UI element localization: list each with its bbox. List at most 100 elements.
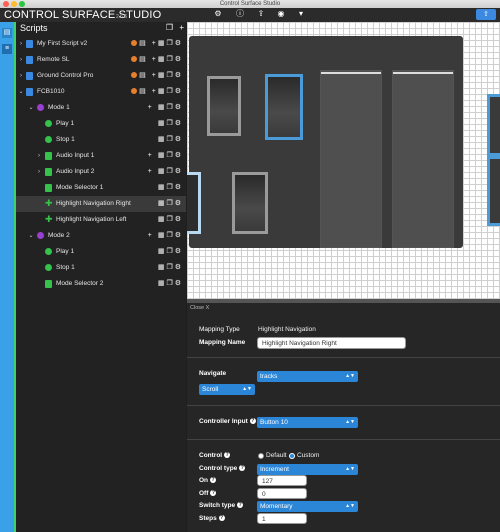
account-icon[interactable]: ◉: [276, 9, 286, 19]
add-icon[interactable]: +: [148, 104, 154, 111]
gear-icon[interactable]: ⚙: [175, 88, 183, 95]
copy-icon[interactable]: ❐: [166, 88, 174, 95]
gear-icon[interactable]: ⚙: [175, 264, 183, 271]
help-icon[interactable]: ?: [218, 515, 225, 522]
mapping-row[interactable]: Mode Selector 2 ▦❐⚙: [16, 276, 186, 292]
help-icon[interactable]: ?: [210, 490, 217, 497]
switch-type-select[interactable]: Momentary ▲▼: [257, 501, 358, 512]
chevron-down-icon[interactable]: ⌄: [28, 228, 34, 244]
gear-icon[interactable]: ⚙: [175, 248, 183, 255]
add-icon[interactable]: +: [148, 152, 154, 159]
copy-icon[interactable]: ❐: [166, 120, 174, 127]
gear-icon[interactable]: ⚙: [175, 152, 183, 159]
gear-icon[interactable]: ⚙: [175, 104, 183, 111]
copy-icon[interactable]: ❐: [166, 168, 174, 175]
gear-icon[interactable]: ⚙: [175, 168, 183, 175]
chevron-right-icon[interactable]: ›: [18, 36, 24, 52]
gear-icon[interactable]: ⚙: [175, 280, 183, 287]
copy-icon[interactable]: ❐: [166, 56, 174, 63]
copy-icon[interactable]: ❐: [166, 216, 174, 223]
gear-icon[interactable]: ⚙: [175, 72, 183, 79]
gear-icon[interactable]: ⚙: [175, 200, 183, 207]
copy-icon[interactable]: ❐: [166, 152, 174, 159]
control-custom-radio[interactable]: [289, 453, 295, 459]
copy-icon[interactable]: ❐: [166, 40, 174, 47]
mapping-row[interactable]: Play 1 ▦❐⚙: [16, 116, 186, 132]
gear-icon[interactable]: ⚙: [175, 184, 183, 191]
copy-icon[interactable]: ❐: [166, 184, 174, 191]
script-row[interactable]: › Remote SL ▤ +▦❐⚙: [16, 52, 186, 68]
navigate-select[interactable]: tracks ▲▼: [257, 371, 358, 382]
help-icon[interactable]: ?: [239, 465, 246, 472]
copy-icon[interactable]: ❐: [166, 232, 174, 239]
copy-icon[interactable]: ❐: [166, 72, 174, 79]
copy-icon[interactable]: ❐: [166, 104, 174, 111]
copy-icon[interactable]: ❐: [166, 280, 174, 287]
gear-icon[interactable]: ⚙: [213, 9, 223, 19]
script-row[interactable]: › Ground Control Pro ▤ +▦❐⚙: [16, 68, 186, 84]
copy-icon[interactable]: ❐: [166, 248, 174, 255]
navigate-mode-select[interactable]: Scroll ▲▼: [199, 384, 255, 395]
add-icon[interactable]: +: [148, 168, 154, 175]
gear-icon[interactable]: ⚙: [175, 232, 183, 239]
copy-icon[interactable]: ❐: [166, 200, 174, 207]
edit-icon[interactable]: ▤: [139, 88, 148, 95]
gear-icon[interactable]: ⚙: [175, 56, 183, 63]
gear-icon[interactable]: ⚙: [175, 40, 183, 47]
chevron-right-icon[interactable]: ›: [18, 68, 24, 84]
mapping-row[interactable]: ✚ Highlight Navigation Left ▦❐⚙: [16, 212, 186, 228]
gear-icon[interactable]: ⚙: [175, 216, 183, 223]
controller-input-select[interactable]: Button 10 ▲▼: [257, 417, 358, 428]
scripts-nav-icon[interactable]: ▤: [2, 28, 12, 38]
chevron-right-icon[interactable]: ›: [36, 164, 42, 180]
device-canvas[interactable]: [187, 22, 500, 299]
offscreen-pedal-edge[interactable]: [487, 156, 500, 226]
upload-icon[interactable]: ⇪: [256, 9, 266, 19]
mapping-name-input[interactable]: Highlight Navigation Right: [257, 337, 406, 349]
add-icon[interactable]: +: [179, 23, 184, 32]
device-pedal[interactable]: [232, 172, 268, 234]
chevron-down-icon[interactable]: ⌄: [28, 100, 34, 116]
edit-icon[interactable]: ▤: [139, 40, 148, 47]
mapping-row[interactable]: Play 1 ▦❐⚙: [16, 244, 186, 260]
device-expression-slider[interactable]: [320, 70, 382, 248]
mapping-row-selected[interactable]: ✚ Highlight Navigation Right ▦❐⚙: [16, 196, 186, 212]
gear-icon[interactable]: ⚙: [175, 136, 183, 143]
script-row[interactable]: › My First Script v2 ▤ +▦❐⚙: [16, 36, 186, 52]
copy-icon[interactable]: ❐: [166, 264, 174, 271]
help-icon[interactable]: ?: [237, 502, 244, 509]
device-expression-slider[interactable]: [392, 70, 454, 248]
script-row[interactable]: ⌄ FCB1010 ▤ +▦❐⚙: [16, 84, 186, 100]
mapping-row[interactable]: Mode Selector 1 ▦❐⚙: [16, 180, 186, 196]
mode-row[interactable]: ⌄ Mode 2 + ▦❐⚙: [16, 228, 186, 244]
mapping-row[interactable]: › Audio Input 1 + ▦❐⚙: [16, 148, 186, 164]
on-value-input[interactable]: 127: [257, 475, 307, 486]
mapping-row[interactable]: Stop 1 ▦❐⚙: [16, 132, 186, 148]
mapping-row[interactable]: › Audio Input 2 + ▦❐⚙: [16, 164, 186, 180]
add-icon[interactable]: +: [148, 232, 154, 239]
device-pedal[interactable]: [207, 76, 241, 136]
mapping-row[interactable]: Stop 1 ▦❐⚙: [16, 260, 186, 276]
offscreen-pedal-edge[interactable]: [487, 94, 500, 156]
chevron-right-icon[interactable]: ›: [36, 148, 42, 164]
edit-icon[interactable]: ▤: [139, 72, 148, 79]
device-pedal-selected[interactable]: [265, 74, 303, 140]
help-icon[interactable]: ?: [249, 418, 256, 425]
chevron-down-icon[interactable]: ⌄: [18, 84, 24, 100]
copy-icon[interactable]: ❐: [166, 23, 173, 32]
steps-input[interactable]: 1: [257, 513, 307, 524]
control-type-select[interactable]: Increment ▲▼: [257, 464, 358, 475]
mode-row[interactable]: ⌄ Mode 1 + ▦❐⚙: [16, 100, 186, 116]
help-icon[interactable]: ?: [224, 452, 231, 459]
chevron-right-icon[interactable]: ›: [18, 52, 24, 68]
help-icon[interactable]: ?: [210, 477, 217, 484]
gear-icon[interactable]: ⚙: [175, 120, 183, 127]
edit-icon[interactable]: ▤: [139, 56, 148, 63]
control-default-radio[interactable]: [258, 453, 264, 459]
copy-icon[interactable]: ❐: [166, 136, 174, 143]
dropdown-chevron-icon[interactable]: ▾: [296, 9, 306, 19]
off-value-input[interactable]: 0: [257, 488, 307, 499]
info-icon[interactable]: ⓘ: [235, 9, 245, 19]
list-nav-icon[interactable]: ≡: [2, 44, 12, 54]
share-button[interactable]: ⇧: [476, 9, 496, 20]
